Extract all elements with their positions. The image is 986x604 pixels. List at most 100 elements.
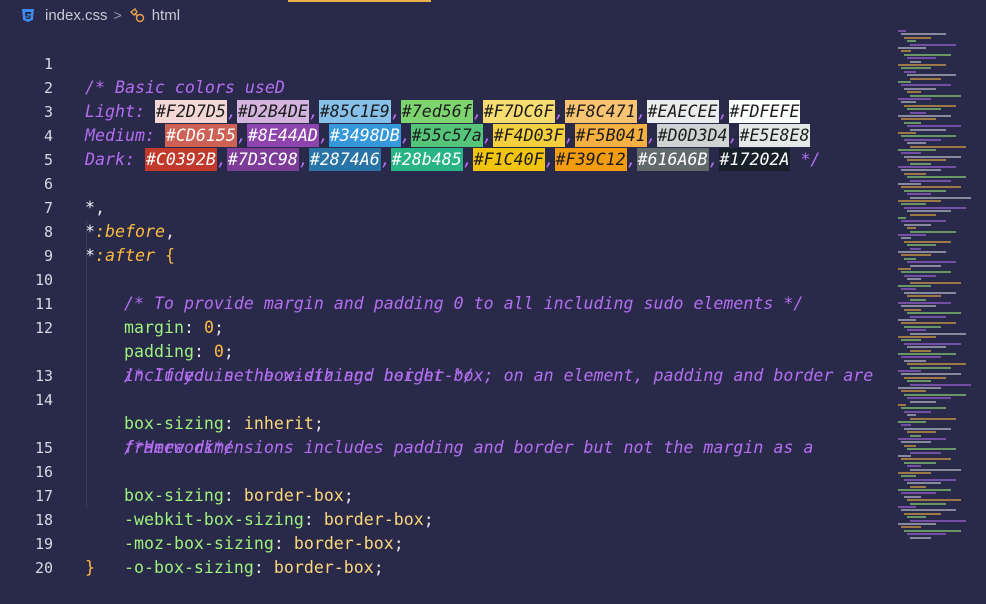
minimap-line (904, 87, 936, 90)
minimap-line (910, 281, 961, 284)
code-line: 2 Light: #F2D7D5,#D2B4DE,#85C1E9,#7ed56f… (0, 52, 890, 123)
minimap-line (907, 74, 956, 77)
minimap-line (910, 247, 921, 250)
minimap-line (910, 400, 936, 403)
minimap-line (910, 468, 961, 471)
minimap-line (910, 179, 951, 182)
minimap-line (907, 516, 926, 519)
minimap-line (901, 271, 951, 274)
minimap-line (904, 155, 961, 158)
breadcrumb-file[interactable]: index.css (45, 7, 108, 24)
minimap-line (910, 366, 951, 369)
minimap-line (907, 346, 946, 349)
minimap-line (901, 305, 936, 308)
minimap-line (904, 461, 936, 464)
minimap-line (904, 359, 926, 362)
minimap-line (898, 302, 951, 304)
code-line: 15 box-sizing: border-box; (0, 412, 890, 505)
minimap-line (907, 193, 931, 196)
minimap-line (901, 526, 921, 529)
breadcrumb-symbol[interactable]: html (152, 7, 180, 24)
code-line: 14 /*Here dimensions includes padding an… (0, 364, 890, 457)
indent-guide (86, 484, 87, 508)
minimap-line (901, 509, 956, 512)
minimap-line (904, 257, 916, 260)
minimap-line (901, 458, 951, 461)
minimap-line (907, 261, 956, 264)
minimap-line (904, 478, 956, 481)
minimap-line (901, 441, 931, 444)
code-line-wrapped: framework*/ (0, 388, 890, 457)
minimap-line (904, 36, 931, 39)
minimap-line (904, 206, 966, 209)
minimap-line (898, 455, 911, 457)
minimap-line (901, 33, 946, 36)
minimap-line (904, 53, 951, 56)
minimap-line (898, 115, 951, 117)
minimap-line (907, 91, 921, 94)
indent-guide (86, 340, 87, 364)
css-value: border-box (273, 558, 374, 577)
minimap-line (904, 121, 921, 124)
minimap-line (904, 427, 951, 430)
minimap-line (898, 438, 946, 440)
breadcrumb: index.css > html (0, 0, 986, 30)
minimap-line (901, 135, 956, 138)
code-line: 16 -webkit-box-sizing: border-box; (0, 436, 890, 529)
minimap-line (910, 60, 921, 63)
minimap-line (907, 210, 951, 213)
minimap-line (898, 472, 931, 474)
minimap-line (910, 417, 956, 420)
minimap-line (907, 125, 961, 128)
code-editor[interactable]: 1 /* Basic colors useD 2 Light: #F2D7D5,… (0, 28, 890, 577)
minimap-line (907, 108, 941, 111)
minimap-line (901, 84, 951, 87)
minimap-line (901, 254, 931, 257)
indent-guide (86, 268, 87, 292)
minimap-line (907, 465, 921, 468)
close-brace: } (85, 558, 95, 577)
minimap-line (907, 397, 951, 400)
minimap-line (907, 227, 916, 230)
code-line: 19 } (0, 508, 890, 577)
minimap-line (901, 492, 936, 495)
minimap-line (898, 370, 921, 372)
minimap-line (901, 475, 916, 478)
minimap[interactable] (896, 28, 986, 552)
minimap-line (898, 64, 946, 66)
minimap-line (898, 336, 936, 338)
indent-guide (86, 316, 87, 340)
breadcrumb-separator: > (113, 7, 122, 23)
code-line: 8 *:after { (0, 196, 890, 265)
minimap-line (904, 512, 941, 515)
minimap-line (910, 315, 946, 318)
indent-guide (86, 412, 87, 436)
minimap-line (901, 152, 921, 155)
minimap-line (907, 142, 926, 145)
semicolon: ; (373, 558, 384, 577)
minimap-line (904, 172, 926, 175)
code-line: 18 -o-box-sizing: border-box; (0, 484, 890, 577)
minimap-line (907, 278, 921, 281)
code-line: 11 padding: 0; (0, 268, 890, 361)
minimap-line (901, 407, 946, 410)
indent-guide (86, 364, 87, 388)
minimap-line (910, 162, 931, 165)
minimap-line (910, 213, 936, 216)
minimap-line (910, 485, 926, 488)
minimap-line (898, 47, 926, 49)
minimap-line (904, 274, 936, 277)
minimap-line (901, 67, 931, 70)
code-line: 3 Medium: #CD6155,#8E44AD,#3498DB,#55c57… (0, 76, 890, 147)
minimap-line (910, 332, 966, 335)
minimap-line (907, 176, 966, 179)
minimap-line (901, 50, 911, 53)
code-line: 7 *:before, (0, 172, 890, 241)
minimap-line (907, 499, 961, 502)
minimap-line (898, 285, 931, 287)
minimap-line (910, 43, 956, 46)
minimap-line (901, 424, 911, 427)
minimap-line (904, 189, 946, 192)
indent-guide (86, 388, 87, 412)
minimap-line (901, 186, 961, 189)
